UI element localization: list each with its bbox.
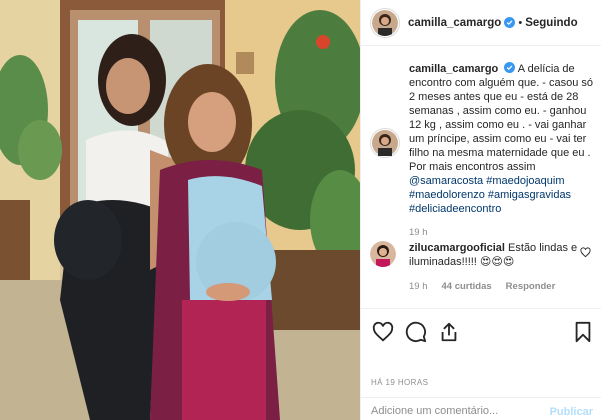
- comment-input[interactable]: [371, 405, 531, 417]
- comment-meta: 19 h 44 curtidas Responder: [409, 280, 579, 294]
- post-photo[interactable]: [0, 0, 360, 420]
- caption-author-avatar[interactable]: [370, 128, 400, 158]
- caption-text-block: camilla_camargo A delícia de encontro co…: [409, 62, 597, 240]
- photo-illustration: [0, 0, 360, 420]
- author-avatar[interactable]: [370, 7, 400, 38]
- caption-hashtag[interactable]: #maedojoaquim: [486, 175, 564, 187]
- caption-hashtag[interactable]: #maedolorenzo: [409, 189, 485, 201]
- comment-time[interactable]: 19 h: [409, 280, 428, 294]
- comment-item: zilucamargooficial Estão lindas e ilumin…: [370, 241, 593, 294]
- share-icon[interactable]: [438, 321, 460, 343]
- comment-icon[interactable]: [405, 321, 427, 343]
- post-header: camilla_camargo • Seguindo: [361, 0, 601, 46]
- post-sidebar: camilla_camargo • Seguindo camilla_camar…: [360, 0, 601, 420]
- comment-reply-button[interactable]: Responder: [506, 280, 556, 294]
- heart-icon[interactable]: [580, 247, 591, 258]
- heart-icon[interactable]: [372, 321, 394, 343]
- bookmark-icon[interactable]: [573, 321, 593, 343]
- caption-hashtag[interactable]: #deliciadeencontro: [409, 203, 501, 215]
- caption-author-username[interactable]: camilla_camargo: [409, 63, 498, 75]
- follow-status-button[interactable]: Seguindo: [525, 17, 577, 29]
- commenter-username[interactable]: zilucamargooficial: [409, 242, 505, 254]
- publish-button[interactable]: Publicar: [550, 406, 593, 418]
- caption-text: A delícia de encontro com alguém que. - …: [409, 63, 594, 173]
- author-username[interactable]: camilla_camargo: [408, 17, 501, 29]
- comment-likes[interactable]: 44 curtidas: [442, 280, 492, 294]
- caption-hashtag[interactable]: #amigasgravidas: [488, 189, 571, 201]
- caption-time[interactable]: 19 h: [409, 226, 597, 240]
- commenter-avatar[interactable]: [370, 241, 396, 267]
- post-actions: [361, 308, 601, 358]
- header-separator: •: [518, 16, 523, 29]
- caption-hashtag[interactable]: @samaracosta: [409, 175, 483, 187]
- add-comment-bar: Publicar: [361, 397, 601, 420]
- verified-badge-icon: [504, 62, 516, 73]
- post-timestamp[interactable]: HÁ 19 HORAS: [371, 378, 428, 387]
- verified-badge-icon: [504, 17, 516, 28]
